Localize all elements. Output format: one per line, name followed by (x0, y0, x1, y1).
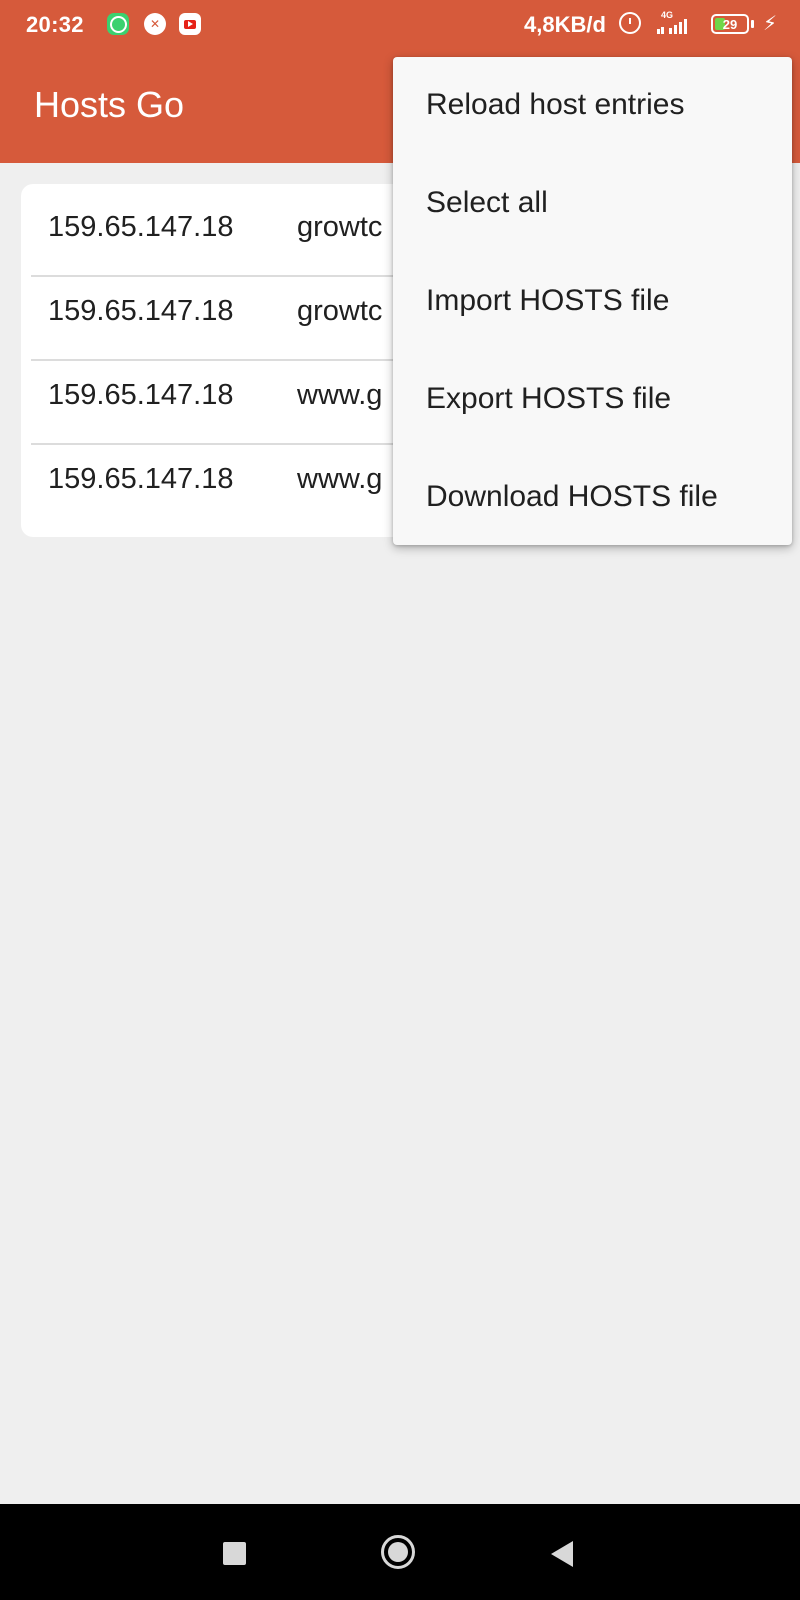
back-icon[interactable] (551, 1541, 573, 1567)
menu-item-label: Reload host entries (426, 88, 685, 121)
menu-item-import-hosts-file[interactable]: Import HOSTS file (393, 253, 792, 351)
host-ip: 159.65.147.18 (48, 463, 234, 495)
menu-item-export-hosts-file[interactable]: Export HOSTS file (393, 351, 792, 449)
host-name: www.g (297, 379, 383, 411)
signal-strength-icon (657, 16, 699, 34)
menu-item-download-hosts-file[interactable]: Download HOSTS file (393, 449, 792, 547)
status-time: 20:32 (26, 12, 84, 37)
app-title: Hosts Go (34, 84, 185, 125)
whatsapp-icon (107, 13, 129, 35)
network-speed: 4,8KB/d (524, 12, 606, 37)
navigation-bar (0, 1504, 800, 1600)
overflow-menu: Reload host entries Select all Import HO… (393, 57, 792, 545)
host-ip: 159.65.147.18 (48, 211, 234, 243)
cross-app-icon: ✕ (144, 13, 166, 35)
menu-item-label: Export HOSTS file (426, 382, 672, 415)
host-ip: 159.65.147.18 (48, 379, 234, 411)
menu-item-label: Import HOSTS file (426, 284, 670, 317)
host-ip: 159.65.147.18 (48, 295, 234, 327)
menu-item-select-all[interactable]: Select all (393, 155, 792, 253)
battery-icon: 29 (711, 14, 749, 34)
youtube-icon (179, 13, 201, 35)
menu-item-label: Select all (426, 186, 548, 219)
home-icon[interactable] (381, 1535, 415, 1569)
menu-item-label: Download HOSTS file (426, 480, 718, 513)
host-name: www.g (297, 463, 383, 495)
host-name: growtc (297, 211, 383, 243)
status-bar: 20:32 ✕ 4,8KB/d 4G 29 ⚡ (0, 0, 800, 50)
alarm-icon (619, 12, 641, 34)
menu-item-reload-host-entries[interactable]: Reload host entries (393, 57, 792, 155)
host-name: growtc (297, 295, 383, 327)
charging-icon: ⚡ (763, 13, 778, 35)
recents-icon[interactable] (223, 1542, 246, 1565)
battery-tip (751, 20, 754, 28)
battery-level: 29 (722, 16, 738, 32)
